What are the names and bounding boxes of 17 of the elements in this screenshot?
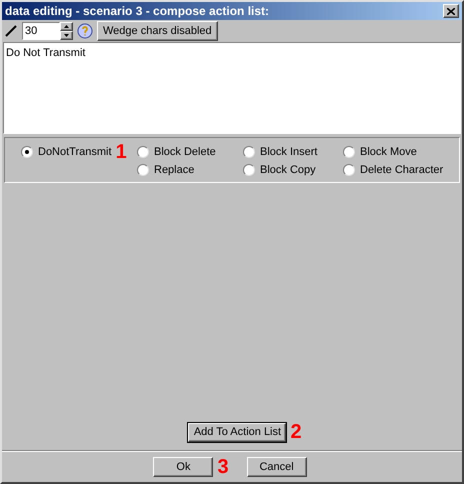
radio-label: Block Move: [360, 144, 417, 160]
add-button[interactable]: Add To Action List: [188, 422, 286, 442]
annotation-number: 1: [116, 142, 127, 162]
radio-label: Delete Character: [360, 162, 444, 178]
radio-label: DoNotTransmit: [38, 144, 112, 160]
annotation-number: 3: [217, 457, 229, 477]
dialog-button[interactable]: Ok: [153, 457, 214, 477]
text-area[interactable]: Do Not Transmit: [3, 42, 461, 134]
wedge-button[interactable]: Wedge chars disabled: [97, 21, 218, 41]
window-title: data editing - scenario 3 - compose action list:: [5, 3, 270, 20]
dialog-button[interactable]: Cancel: [246, 457, 307, 477]
radio-label: Replace: [154, 162, 194, 178]
width-field[interactable]: 30: [22, 22, 60, 40]
radio-label: Block Copy: [260, 162, 316, 178]
radio-label: Block Insert: [260, 144, 318, 160]
radio-label: Block Delete: [154, 144, 216, 160]
annotation-number: 2: [290, 422, 302, 442]
